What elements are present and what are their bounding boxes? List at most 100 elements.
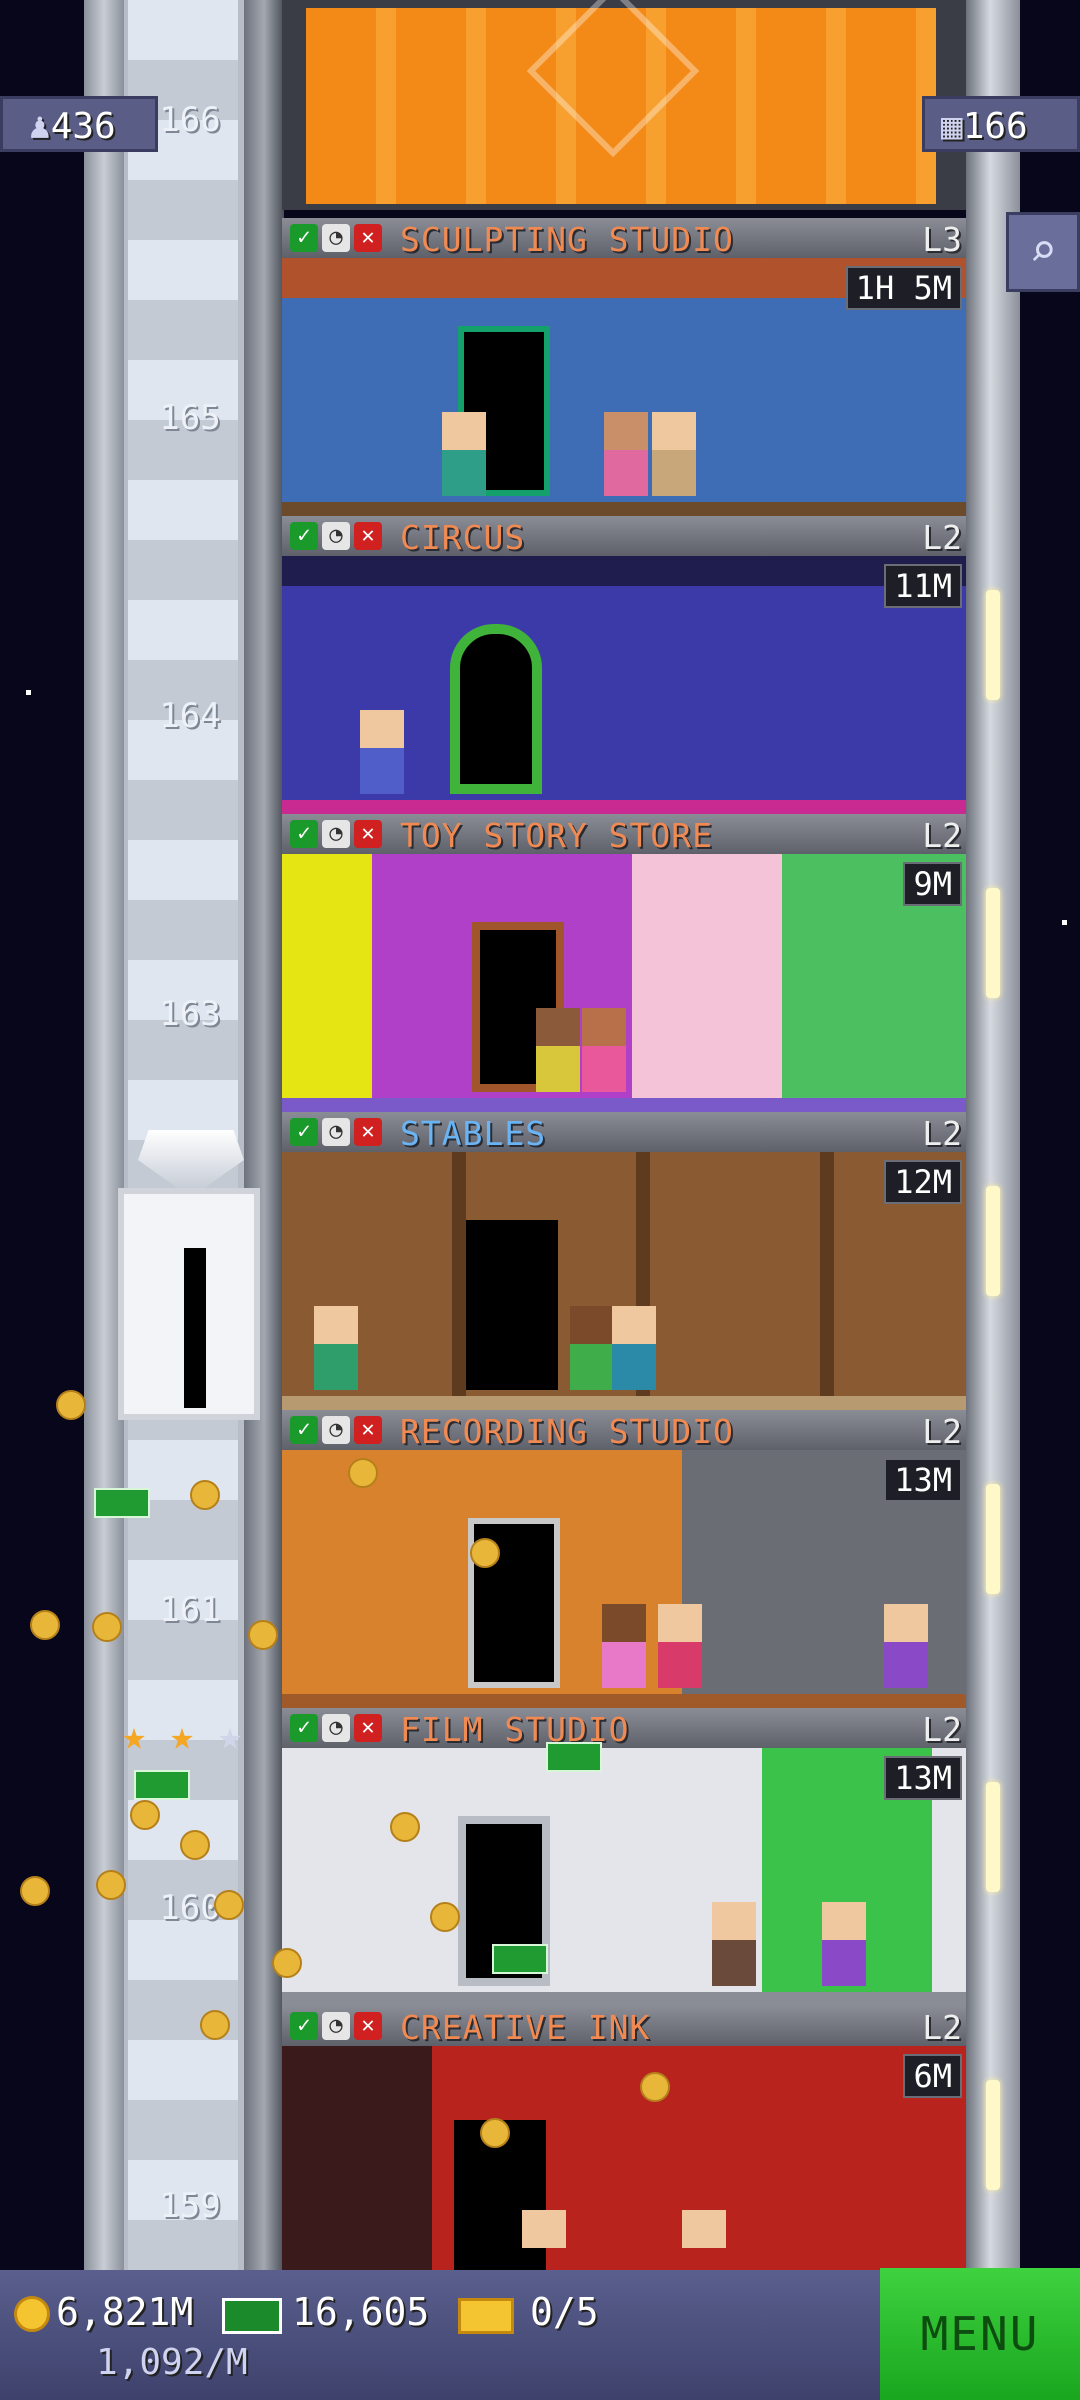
floor-doorway xyxy=(466,1220,558,1390)
floor-film-studio[interactable]: ✓ ◔ ✕ FILM STUDIO L2 13M xyxy=(282,1708,966,2006)
floor-room xyxy=(282,1748,966,2006)
floor-timer: 13M xyxy=(884,1756,962,1800)
bitizen[interactable] xyxy=(442,412,486,496)
coin-icon[interactable] xyxy=(348,1458,378,1488)
bitizen[interactable] xyxy=(570,1306,614,1390)
check-icon: ✓ xyxy=(290,522,318,550)
coin-icon[interactable] xyxy=(190,1480,220,1510)
floor-room xyxy=(282,1152,966,1410)
coin-icon[interactable] xyxy=(30,1610,60,1640)
coin-icon[interactable] xyxy=(200,2010,230,2040)
floor-level: L2 xyxy=(922,518,962,557)
shaft-floor-number: 159 xyxy=(159,2186,221,2226)
bitizen[interactable] xyxy=(682,2210,726,2270)
bitizen[interactable] xyxy=(712,1902,756,1986)
bux-bill-icon[interactable] xyxy=(94,1488,150,1518)
floor-room xyxy=(282,1450,966,1708)
coin-icon[interactable] xyxy=(390,1812,420,1842)
floor-toy-story-store[interactable]: ✓ ◔ ✕ TOY STORY STORE L2 9M xyxy=(282,814,966,1112)
close-icon: ✕ xyxy=(354,1118,382,1146)
bitizen[interactable] xyxy=(582,1008,626,1092)
clock-icon: ◔ xyxy=(322,1714,350,1742)
clock-icon: ◔ xyxy=(322,522,350,550)
coin-icon[interactable] xyxy=(430,1902,460,1932)
floor-header: ✓ ◔ ✕ FILM STUDIO L2 xyxy=(282,1708,966,1749)
floor-room xyxy=(282,2046,966,2270)
coin-icon[interactable] xyxy=(248,1620,278,1650)
floor-stables[interactable]: ✓ ◔ ✕ STABLES L2 12M xyxy=(282,1112,966,1410)
bux-bill-icon[interactable] xyxy=(492,1944,548,1974)
floor-circus[interactable]: ✓ ◔ ✕ CIRCUS L2 11M xyxy=(282,516,966,814)
bitizen[interactable] xyxy=(612,1306,656,1390)
bitizen[interactable] xyxy=(522,2210,566,2270)
floor-sculpting-studio[interactable]: ✓ ◔ ✕ SCULPTING STUDIO L3 1H 5M xyxy=(282,218,966,516)
coin-icon[interactable] xyxy=(20,1876,50,1906)
floor-creative-ink[interactable]: ✓ ◔ ✕ CREATIVE INK L2 6M xyxy=(282,2006,966,2270)
close-icon: ✕ xyxy=(354,1416,382,1444)
bux-bill-icon[interactable] xyxy=(134,1770,190,1800)
coin-icon[interactable] xyxy=(130,1800,160,1830)
background-star xyxy=(1062,920,1067,925)
bitizen[interactable] xyxy=(314,1306,358,1390)
close-icon: ✕ xyxy=(354,522,382,550)
floor-recording-studio[interactable]: ✓ ◔ ✕ RECORDING STUDIO L2 13M xyxy=(282,1410,966,1708)
wall-light xyxy=(986,1782,1000,1892)
floor-header: ✓ ◔ ✕ CIRCUS L2 xyxy=(282,516,966,557)
bitizen[interactable] xyxy=(822,1902,866,1986)
coin-icon[interactable] xyxy=(214,1890,244,1920)
floor-level: L2 xyxy=(922,2008,962,2047)
floor-room xyxy=(282,854,966,1112)
background-star xyxy=(26,690,31,695)
floor-timer: 11M xyxy=(884,564,962,608)
clock-icon: ◔ xyxy=(322,820,350,848)
check-icon: ✓ xyxy=(290,1118,318,1146)
clock-icon: ◔ xyxy=(322,1118,350,1146)
close-icon: ✕ xyxy=(354,2012,382,2040)
floor-level: L2 xyxy=(922,1412,962,1451)
construction-floor[interactable] xyxy=(282,0,966,210)
coin-icon[interactable] xyxy=(640,2072,670,2102)
elevator-car[interactable] xyxy=(118,1188,260,1420)
coin-icon[interactable] xyxy=(480,2118,510,2148)
coin-balance: 6,821M xyxy=(56,2290,194,2334)
floor-level: L2 xyxy=(922,1114,962,1153)
floor-header: ✓ ◔ ✕ TOY STORY STORE L2 xyxy=(282,814,966,855)
floor-header: ✓ ◔ ✕ STABLES L2 xyxy=(282,1112,966,1153)
coin-icon[interactable] xyxy=(56,1390,86,1420)
bitizen[interactable] xyxy=(536,1008,580,1092)
ticket-count: 0/5 xyxy=(530,2290,599,2334)
coin-icon[interactable] xyxy=(470,1538,500,1568)
floor-name: STABLES xyxy=(400,1114,547,1153)
floor-room xyxy=(282,556,966,814)
floor-name: SCULPTING STUDIO xyxy=(400,220,734,259)
floor-timer: 6M xyxy=(903,2054,962,2098)
menu-button[interactable]: MENU xyxy=(880,2268,1080,2400)
floor-base xyxy=(282,1694,966,1708)
wall-light xyxy=(986,1484,1000,1594)
wall-light xyxy=(986,888,1000,998)
magnifier-icon: ⌕ xyxy=(1029,223,1057,277)
coin-icon[interactable] xyxy=(180,1830,210,1860)
bitizen[interactable] xyxy=(884,1604,928,1688)
bitizen[interactable] xyxy=(602,1604,646,1688)
population-badge[interactable]: ♟436 xyxy=(0,96,158,152)
floor-header: ✓ ◔ ✕ RECORDING STUDIO L2 xyxy=(282,1410,966,1451)
floor-header: ✓ ◔ ✕ CREATIVE INK L2 xyxy=(282,2006,966,2047)
wall-light xyxy=(986,1186,1000,1296)
floor-count-badge[interactable]: ▦166 xyxy=(922,96,1080,152)
coin-icon[interactable] xyxy=(92,1612,122,1642)
close-icon: ✕ xyxy=(354,1714,382,1742)
coin-icon[interactable] xyxy=(272,1948,302,1978)
bux-bill-icon[interactable] xyxy=(546,1742,602,1772)
elevator-star-icon: ★ xyxy=(122,1713,147,1759)
floor-base xyxy=(282,1098,966,1112)
bitizen[interactable] xyxy=(658,1604,702,1688)
search-button[interactable]: ⌕ xyxy=(1006,212,1080,292)
bitizen[interactable] xyxy=(360,710,404,794)
bitizen[interactable] xyxy=(604,412,648,496)
shaft-rail-right xyxy=(244,0,284,2270)
floor-timer: 1H 5M xyxy=(845,266,962,310)
bitizen[interactable] xyxy=(652,412,696,496)
floor-name: CIRCUS xyxy=(400,518,526,557)
coin-icon[interactable] xyxy=(96,1870,126,1900)
